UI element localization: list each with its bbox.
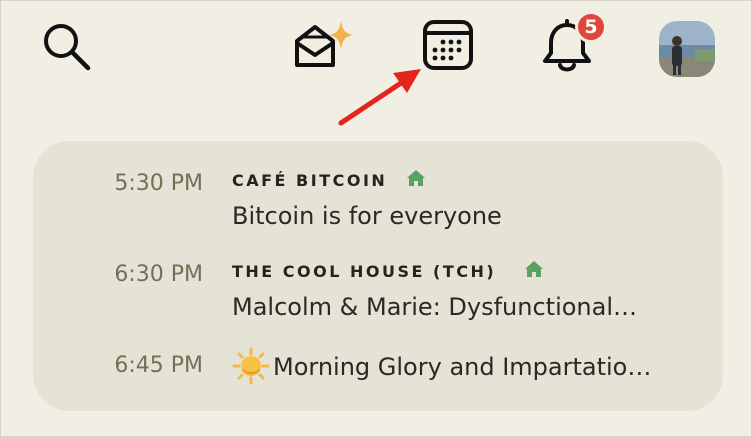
pointer-arrow	[338, 69, 421, 126]
event-title[interactable]: Malcolm & Marie: Dysfunctional…	[232, 293, 637, 321]
sun-emoji-icon	[232, 347, 270, 385]
event-title[interactable]: Morning Glory and Impartatio…	[273, 353, 651, 381]
event-club-name[interactable]: CAFÉ BITCOIN	[232, 171, 387, 190]
event-club-name[interactable]: THE COOL HOUSE (TCH)	[232, 262, 496, 281]
event-time: 6:45 PM	[114, 353, 203, 378]
avatar[interactable]	[659, 21, 715, 77]
house-icon	[525, 261, 543, 277]
house-icon	[407, 170, 425, 186]
top-toolbar: 5	[1, 1, 752, 126]
event-title[interactable]: Bitcoin is for everyone	[232, 202, 502, 230]
search-icon[interactable]	[41, 21, 93, 73]
event-time: 5:30 PM	[114, 171, 203, 196]
upcoming-events-card[interactable]: 5:30 PM CAFÉ BITCOIN Bitcoin is for ever…	[33, 141, 723, 411]
event-time: 6:30 PM	[114, 262, 203, 287]
notification-badge: 5	[575, 11, 607, 43]
